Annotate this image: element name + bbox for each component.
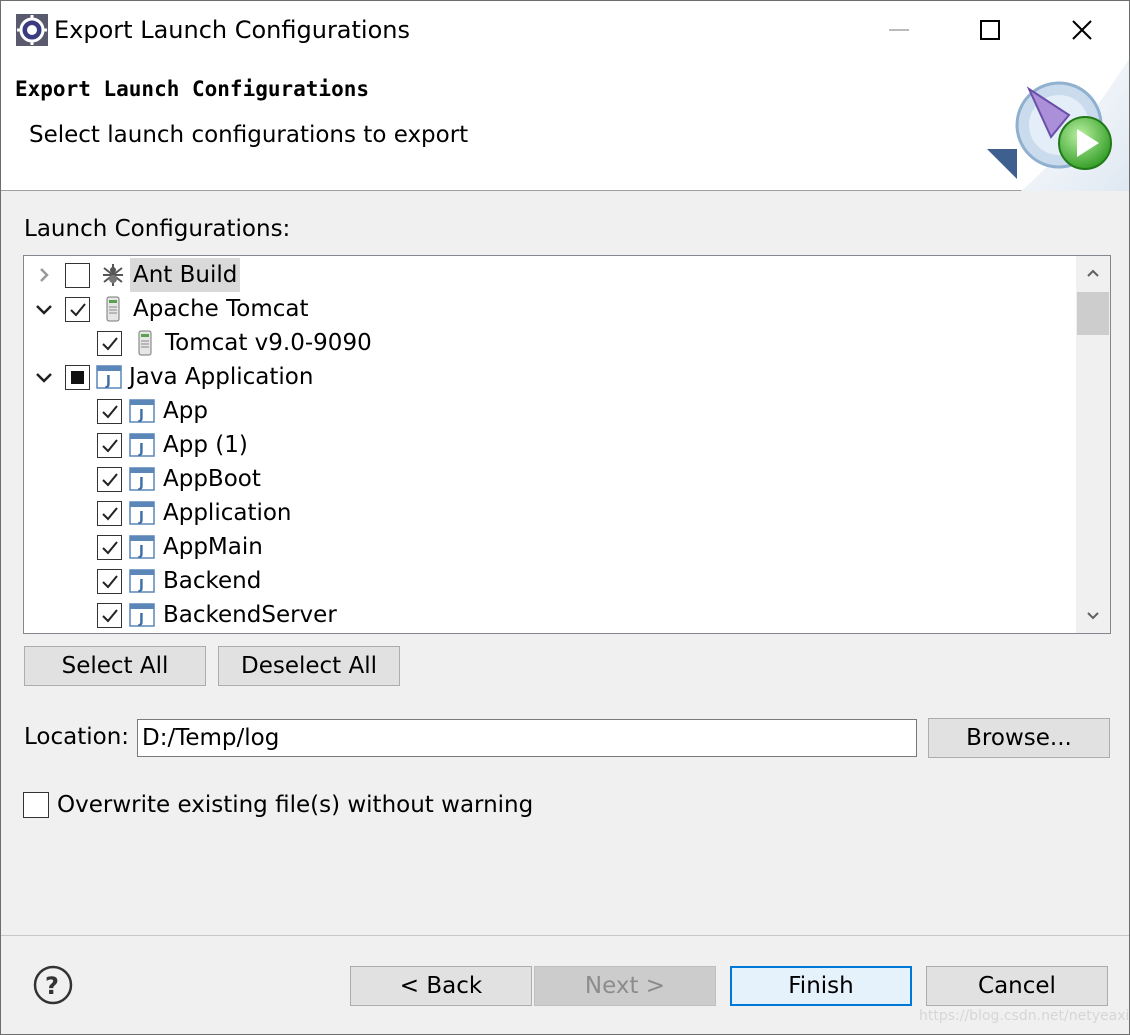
- next-button[interactable]: Next >: [534, 966, 716, 1006]
- tree-row-app-1[interactable]: J App (1): [24, 428, 1074, 462]
- checkbox-apache-tomcat[interactable]: [65, 297, 90, 322]
- footer-divider: [1, 935, 1129, 936]
- tree-item-label: Ant Build: [130, 258, 241, 292]
- tree-row-appboot[interactable]: J AppBoot: [24, 462, 1074, 496]
- cancel-button[interactable]: Cancel: [926, 966, 1108, 1006]
- server-icon: [132, 330, 158, 356]
- tree-item-label: Tomcat v9.0-9090: [165, 330, 372, 356]
- tree-item-label: AppBoot: [163, 466, 261, 492]
- tree-item-label: Apache Tomcat: [133, 296, 309, 322]
- checkbox-backend[interactable]: [97, 569, 122, 594]
- tree-vertical-scrollbar[interactable]: [1076, 256, 1110, 633]
- tree-item-label: App: [163, 398, 208, 424]
- eclipse-gear-icon: [15, 13, 49, 47]
- tree-item-label: AppMain: [163, 534, 263, 560]
- minimize-button[interactable]: [876, 7, 922, 53]
- wizard-title: Export Launch Configurations: [15, 77, 370, 101]
- location-input[interactable]: D:/Temp/log: [137, 719, 917, 757]
- launch-config-tree[interactable]: Ant Build Apache Tomcat Tomcat v9.0-9090…: [23, 255, 1111, 634]
- scroll-down-icon[interactable]: [1076, 599, 1110, 633]
- export-launch-wizard-icon: [981, 59, 1129, 191]
- scrollbar-thumb[interactable]: [1077, 292, 1109, 335]
- overwrite-checkbox[interactable]: [23, 792, 49, 818]
- java-app-icon: J: [129, 568, 155, 594]
- java-app-icon: J: [129, 534, 155, 560]
- checkbox-tomcat-v9[interactable]: [97, 331, 122, 356]
- checkbox-java-application[interactable]: [65, 365, 90, 390]
- server-icon: [100, 296, 126, 322]
- svg-text:J: J: [138, 442, 144, 457]
- svg-text:J: J: [138, 476, 144, 491]
- tree-row-ant-build[interactable]: Ant Build: [24, 258, 1074, 292]
- tree-item-label: App (1): [163, 432, 248, 458]
- tree-row-application[interactable]: J Application: [24, 496, 1074, 530]
- java-app-icon: J: [129, 398, 155, 424]
- tree-row-java-application[interactable]: J Java Application: [24, 360, 1074, 394]
- checkbox-app-1[interactable]: [97, 433, 122, 458]
- finish-button[interactable]: Finish: [730, 966, 912, 1006]
- scroll-up-icon[interactable]: [1076, 256, 1110, 290]
- wizard-header: Export Launch Configurations Select laun…: [1, 59, 1129, 191]
- browse-button[interactable]: Browse...: [928, 718, 1110, 758]
- tree-item-label: Backend: [163, 568, 262, 594]
- watermark: https://blog.csdn.net/netyeaxi: [919, 1008, 1130, 1024]
- checkbox-app[interactable]: [97, 399, 122, 424]
- chevron-down-icon[interactable]: [34, 299, 54, 319]
- svg-text:J: J: [138, 612, 144, 627]
- ant-icon: [100, 262, 126, 288]
- deselect-all-button[interactable]: Deselect All: [218, 646, 400, 686]
- tree-row-tomcat-v9[interactable]: Tomcat v9.0-9090: [24, 326, 1074, 360]
- chevron-down-icon[interactable]: [34, 367, 54, 387]
- checkbox-backendserver[interactable]: [97, 603, 122, 628]
- svg-text:J: J: [105, 374, 111, 389]
- overwrite-label: Overwrite existing file(s) without warni…: [57, 792, 534, 818]
- java-app-icon: J: [129, 466, 155, 492]
- java-app-icon: J: [96, 364, 122, 390]
- java-app-icon: J: [129, 432, 155, 458]
- help-icon[interactable]: ?: [32, 964, 74, 1006]
- svg-text:J: J: [138, 544, 144, 559]
- chevron-right-icon[interactable]: [34, 265, 54, 285]
- tree-row-backend[interactable]: J Backend: [24, 564, 1074, 598]
- tree-item-label: Application: [163, 500, 292, 526]
- checkbox-appmain[interactable]: [97, 535, 122, 560]
- launch-configurations-label: Launch Configurations:: [24, 216, 291, 242]
- svg-text:J: J: [138, 578, 144, 593]
- wizard-description: Select launch configurations to export: [29, 122, 469, 148]
- tree-row-app[interactable]: J App: [24, 394, 1074, 428]
- window-title: Export Launch Configurations: [54, 16, 410, 44]
- java-app-icon: J: [129, 602, 155, 628]
- tree-item-label: BackendServer: [163, 602, 337, 628]
- title-bar: Export Launch Configurations: [1, 1, 1129, 59]
- close-button[interactable]: [1059, 7, 1105, 53]
- tree-row-apache-tomcat[interactable]: Apache Tomcat: [24, 292, 1074, 326]
- maximize-button[interactable]: [967, 7, 1013, 53]
- tree-row-backendserver[interactable]: J BackendServer: [24, 598, 1074, 632]
- location-label: Location:: [24, 724, 130, 750]
- svg-text:J: J: [138, 408, 144, 423]
- java-app-icon: J: [129, 500, 155, 526]
- checkbox-application[interactable]: [97, 501, 122, 526]
- checkbox-appboot[interactable]: [97, 467, 122, 492]
- tree-item-label: Java Application: [129, 364, 314, 390]
- select-all-button[interactable]: Select All: [24, 646, 206, 686]
- svg-text:?: ?: [45, 972, 59, 1000]
- tree-row-appmain[interactable]: J AppMain: [24, 530, 1074, 564]
- checkbox-ant-build[interactable]: [65, 263, 90, 288]
- svg-text:J: J: [138, 510, 144, 525]
- export-launch-dialog: Export Launch Configurations Export Laun…: [0, 0, 1130, 1035]
- back-button[interactable]: < Back: [350, 966, 532, 1006]
